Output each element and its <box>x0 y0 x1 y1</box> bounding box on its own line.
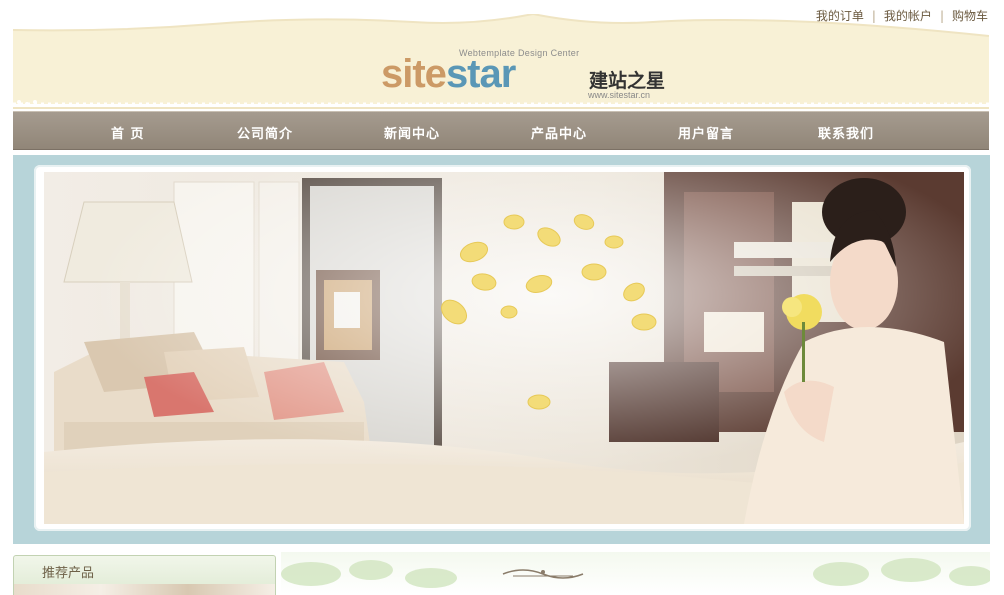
floral-divider <box>281 552 990 594</box>
site-logo[interactable]: Webtemplate Design Center sitestar 建站之星 … <box>381 48 671 100</box>
nav-item-guestbook[interactable]: 用户留言 <box>678 123 734 142</box>
nav-item-products[interactable]: 产品中心 <box>531 123 587 142</box>
nav-item-about[interactable]: 公司简介 <box>237 123 293 142</box>
logo-url: www.sitestar.cn <box>588 90 651 100</box>
recommended-products-title: 推荐产品 <box>42 566 95 581</box>
nav-item-home[interactable]: 首 页 <box>111 123 145 142</box>
hero-banner <box>13 155 990 544</box>
main-nav: 首 页 公司简介 新闻中心 产品中心 用户留言 联系我们 <box>13 111 989 150</box>
hero-image <box>44 172 964 524</box>
nav-item-news[interactable]: 新闻中心 <box>384 123 440 142</box>
recommended-products-panel: 推荐产品 <box>13 555 276 595</box>
nav-item-contact[interactable]: 联系我们 <box>818 123 874 142</box>
logo-chinese-name: 建站之星 <box>589 70 666 92</box>
header-banner: Webtemplate Design Center sitestar 建站之星 … <box>13 14 989 110</box>
product-thumbnail[interactable] <box>14 584 275 595</box>
logo-wordmark: sitestar <box>381 52 516 96</box>
